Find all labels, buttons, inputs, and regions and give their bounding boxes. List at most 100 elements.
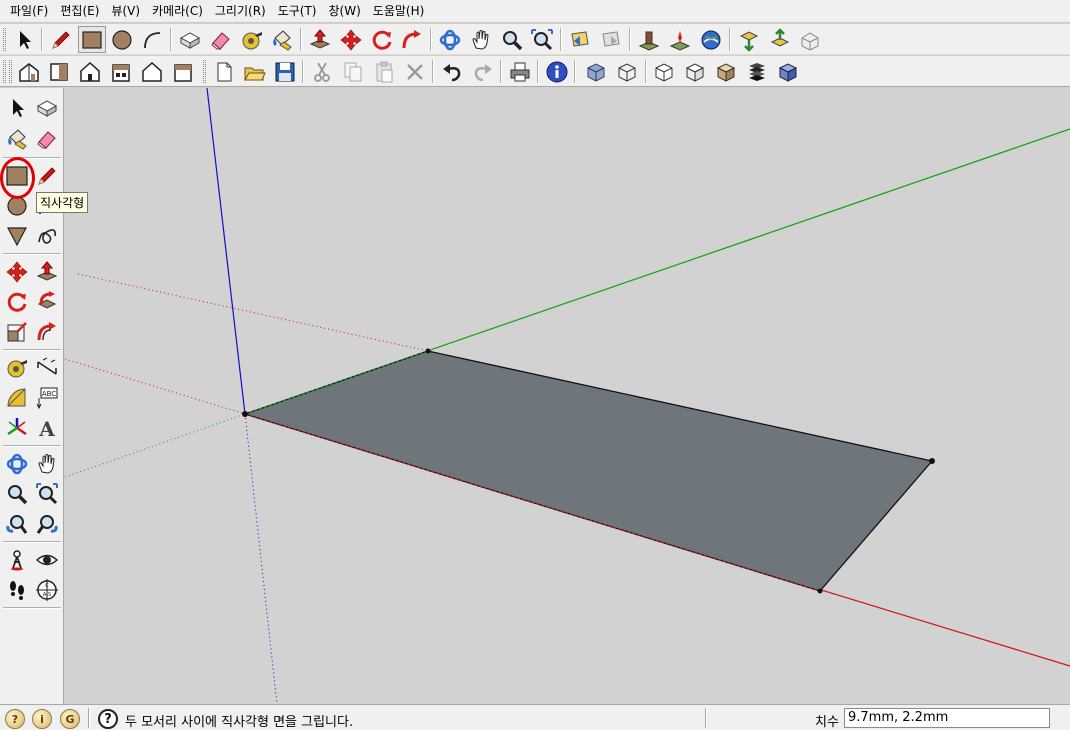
get-models-button[interactable] bbox=[735, 26, 763, 53]
menu-tools[interactable]: 도구(T) bbox=[272, 1, 323, 21]
orbit-button[interactable] bbox=[436, 26, 464, 53]
right-view-button[interactable] bbox=[107, 58, 135, 85]
help-icon[interactable]: ? bbox=[98, 709, 118, 729]
polygon-tool[interactable] bbox=[3, 222, 31, 250]
protractor-tool[interactable] bbox=[3, 384, 31, 412]
toolbar-grip[interactable] bbox=[3, 28, 6, 51]
previous-view-button[interactable] bbox=[566, 26, 594, 53]
menu-draw[interactable]: 그리기(R) bbox=[209, 1, 272, 21]
cut-button[interactable] bbox=[308, 58, 336, 85]
measurements-box[interactable]: 9.7mm, 2.2mm bbox=[844, 708, 1050, 728]
front-view-button[interactable] bbox=[76, 58, 104, 85]
zoom-tool[interactable] bbox=[3, 480, 31, 508]
shaded-button[interactable] bbox=[681, 58, 709, 85]
zoom-button[interactable] bbox=[498, 26, 526, 53]
3d-text-tool[interactable]: A bbox=[33, 414, 61, 442]
hidden-line-button[interactable] bbox=[650, 58, 678, 85]
new-button[interactable] bbox=[210, 58, 238, 85]
section-view-button[interactable] bbox=[774, 58, 802, 85]
menu-window[interactable]: 창(W) bbox=[323, 1, 367, 21]
menu-camera[interactable]: 카메라(C) bbox=[146, 1, 209, 21]
corner-vertex[interactable] bbox=[817, 588, 823, 594]
paint-bucket-tool[interactable] bbox=[3, 125, 31, 153]
monochrome-button[interactable] bbox=[743, 58, 771, 85]
freehand-tool[interactable] bbox=[33, 222, 61, 250]
line-tool[interactable] bbox=[33, 162, 61, 190]
toolbar-grip[interactable] bbox=[3, 60, 6, 83]
previous-view-tool[interactable] bbox=[3, 510, 31, 538]
model-info-button[interactable] bbox=[543, 58, 571, 85]
tape-measure-button[interactable] bbox=[238, 26, 266, 53]
next-view-button[interactable] bbox=[597, 26, 625, 53]
eraser-tool[interactable] bbox=[33, 125, 61, 153]
redo-button[interactable] bbox=[469, 58, 497, 85]
google-earth-button[interactable] bbox=[697, 26, 725, 53]
orbit-tool[interactable] bbox=[3, 450, 31, 478]
open-button[interactable] bbox=[241, 58, 269, 85]
rotate-button[interactable] bbox=[368, 26, 396, 53]
geolocation-icon[interactable]: ? bbox=[5, 709, 25, 729]
undo-button[interactable] bbox=[438, 58, 466, 85]
follow-me-button[interactable] bbox=[398, 26, 426, 53]
print-button[interactable] bbox=[506, 58, 534, 85]
paste-button[interactable] bbox=[370, 58, 398, 85]
push-pull-tool[interactable] bbox=[33, 258, 61, 286]
rectangle-face[interactable] bbox=[242, 350, 934, 592]
photo-textures-button[interactable] bbox=[796, 26, 824, 53]
circle-button[interactable] bbox=[108, 26, 136, 53]
iso-view-button[interactable] bbox=[15, 58, 43, 85]
delete-button[interactable] bbox=[401, 58, 429, 85]
menu-view[interactable]: 뷰(V) bbox=[105, 1, 146, 21]
section-plane-tool[interactable]: C A-S bbox=[33, 576, 61, 604]
pan-tool[interactable] bbox=[33, 450, 61, 478]
cursor-vertex[interactable] bbox=[929, 458, 935, 464]
wireframe-button[interactable] bbox=[613, 58, 641, 85]
offset-tool[interactable] bbox=[33, 318, 61, 346]
sign-in-icon[interactable]: G bbox=[60, 709, 80, 729]
left-view-button[interactable] bbox=[169, 58, 197, 85]
save-button[interactable] bbox=[271, 58, 299, 85]
select-button[interactable] bbox=[10, 26, 38, 53]
select-tool[interactable] bbox=[3, 94, 31, 122]
move-button[interactable] bbox=[337, 26, 365, 53]
share-model-button[interactable] bbox=[766, 26, 794, 53]
menu-help[interactable]: 도움말(H) bbox=[367, 1, 431, 21]
push-pull-button[interactable] bbox=[306, 26, 334, 53]
make-component-tool[interactable] bbox=[33, 94, 61, 122]
menu-edit[interactable]: 편집(E) bbox=[54, 1, 105, 21]
axes-tool[interactable] bbox=[3, 414, 31, 442]
rotate-tool[interactable] bbox=[3, 288, 31, 316]
arc-button[interactable] bbox=[138, 26, 166, 53]
shaded-textures-button[interactable] bbox=[712, 58, 740, 85]
back-view-button[interactable] bbox=[138, 58, 166, 85]
next-view-tool[interactable] bbox=[33, 510, 61, 538]
drawing-viewport[interactable] bbox=[65, 88, 1070, 704]
eraser-button[interactable] bbox=[207, 26, 235, 53]
menu-file[interactable]: 파일(F) bbox=[4, 1, 54, 21]
text-tool[interactable]: ABC bbox=[33, 384, 61, 412]
toolbar-grip[interactable] bbox=[9, 60, 12, 83]
scale-tool[interactable] bbox=[3, 318, 31, 346]
walk-tool[interactable] bbox=[3, 576, 31, 604]
move-tool[interactable] bbox=[3, 258, 31, 286]
make-component-button[interactable] bbox=[176, 26, 204, 53]
tape-measure-tool[interactable] bbox=[3, 354, 31, 382]
paint-bucket-button[interactable] bbox=[268, 26, 296, 53]
toggle-terrain-button[interactable] bbox=[666, 26, 694, 53]
zoom-extents-tool[interactable] bbox=[33, 480, 61, 508]
toolbar-grip[interactable] bbox=[203, 60, 206, 83]
scene-canvas[interactable] bbox=[65, 88, 1070, 704]
add-location-button[interactable] bbox=[635, 26, 663, 53]
copy-button[interactable] bbox=[339, 58, 367, 85]
position-camera-tool[interactable] bbox=[3, 546, 31, 574]
xray-button[interactable] bbox=[582, 58, 610, 85]
origin-vertex[interactable] bbox=[242, 411, 248, 417]
rectangle-button[interactable] bbox=[78, 26, 106, 53]
credits-icon[interactable]: i bbox=[32, 709, 52, 729]
top-view-button[interactable] bbox=[45, 58, 73, 85]
pan-button[interactable] bbox=[467, 26, 495, 53]
line-button[interactable] bbox=[47, 26, 75, 53]
follow-me-tool[interactable] bbox=[33, 288, 61, 316]
look-around-tool[interactable] bbox=[33, 546, 61, 574]
dimension-tool[interactable] bbox=[33, 354, 61, 382]
